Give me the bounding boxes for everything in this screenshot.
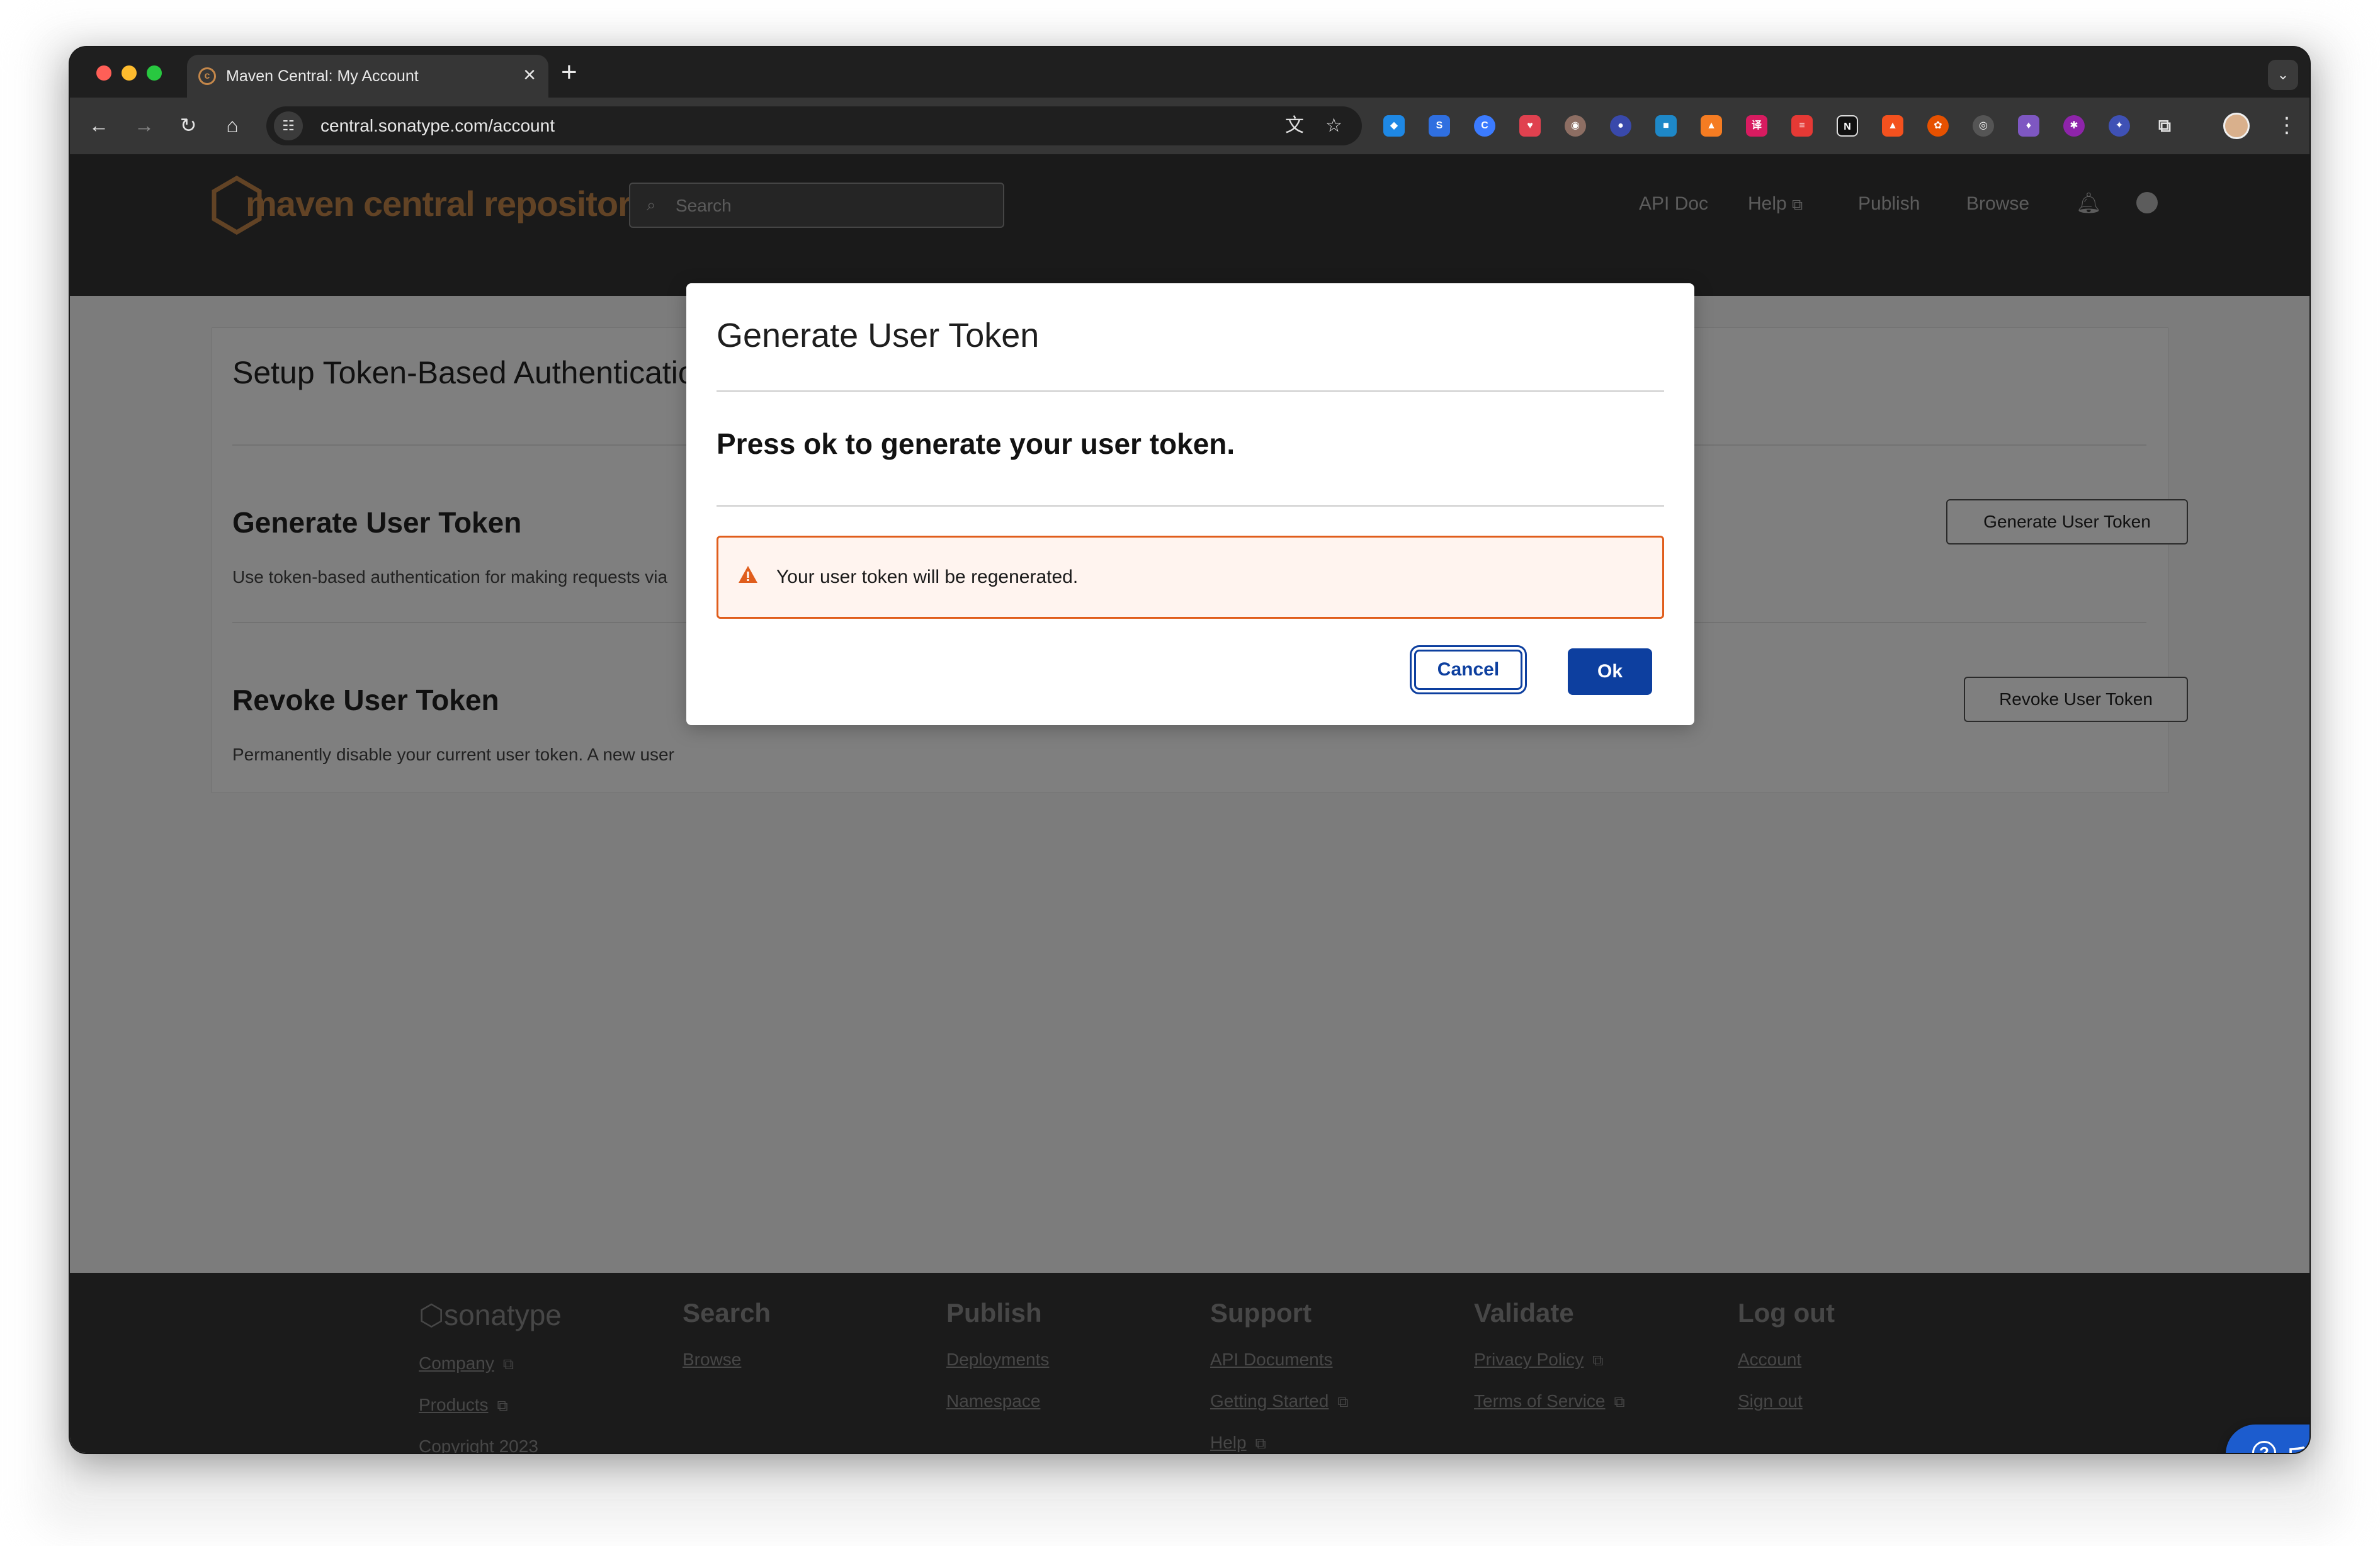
feedback-label: 反馈 [2286,1440,2309,1453]
dialog-divider [717,505,1664,507]
gear-flower-icon[interactable]: ✿ [1927,115,1949,137]
drop-icon[interactable]: ♦ [2018,115,2039,137]
pocket-icon[interactable]: ♥ [1519,115,1541,137]
owl-icon[interactable]: ◉ [1565,115,1586,137]
alert-text: Your user token will be regenerated. [776,567,1079,587]
browser-tab[interactable]: c Maven Central: My Account × [187,55,548,98]
translate-ext-icon[interactable]: 译 [1746,115,1767,137]
dialog-divider [717,390,1664,392]
translate-icon[interactable]: 文 [1285,114,1304,138]
cube-icon[interactable]: ■ [1655,115,1677,137]
dialog-title: Generate User Token [717,317,1040,354]
warning-triangle-icon [739,566,757,583]
question-icon: ? [2252,1441,2276,1453]
gem-icon[interactable]: ◆ [1383,115,1405,137]
maximize-window-button[interactable] [147,65,162,81]
address-bar[interactable]: ☷ central.sonatype.com/account 文 ☆ [266,106,1362,145]
rocket-icon[interactable]: ▲ [1882,115,1903,137]
forward-arrow-icon[interactable]: → [130,111,158,139]
hex-star-icon[interactable]: ✦ [2109,115,2130,137]
back-arrow-icon[interactable]: ← [85,111,113,139]
site-info-icon[interactable]: ☷ [274,111,303,140]
generate-token-dialog: Generate User Token Press ok to generate… [686,283,1694,725]
maven-favicon-icon: c [198,67,216,85]
list-icon[interactable]: ≡ [1791,115,1813,137]
c-icon[interactable]: C [1474,115,1495,137]
browser-toolbar: ← → ↻ ⌂ ☷ central.sonatype.com/account 文… [70,98,2309,154]
browser-menu-icon[interactable]: ⋮ [2276,111,2298,139]
circle-icon[interactable]: ◎ [1973,115,1994,137]
bookmark-star-icon[interactable]: ☆ [1325,114,1342,138]
notion-icon[interactable]: N [1837,115,1858,137]
brain-icon[interactable]: ✱ [2063,115,2085,137]
tab-bar: c Maven Central: My Account × + ⌄ [70,47,2309,98]
close-window-button[interactable] [96,65,111,81]
minimize-window-button[interactable] [122,65,137,81]
ok-button[interactable]: Ok [1568,648,1652,695]
home-icon[interactable]: ⌂ [218,111,246,139]
warning-alert: Your user token will be regenerated. [717,536,1664,619]
cancel-button[interactable]: Cancel [1410,645,1527,694]
swirl-icon[interactable]: S [1429,115,1450,137]
url-text[interactable]: central.sonatype.com/account [320,116,555,136]
tab-search-chevron-icon[interactable]: ⌄ [2268,60,2298,90]
tab-close-icon[interactable]: × [523,64,536,86]
fox-icon[interactable]: ▲ [1701,115,1722,137]
dialog-message: Press ok to generate your user token. [717,427,1235,460]
new-tab-button[interactable]: + [561,57,577,87]
ghost-icon[interactable]: ● [1610,115,1631,137]
tab-title: Maven Central: My Account [226,67,419,85]
reload-icon[interactable]: ↻ [174,111,202,139]
puzzle-icon[interactable]: ⧉ [2154,115,2175,137]
profile-avatar[interactable] [2223,113,2250,139]
browser-window: c Maven Central: My Account × + ⌄ ← → ↻ … [70,47,2309,1453]
